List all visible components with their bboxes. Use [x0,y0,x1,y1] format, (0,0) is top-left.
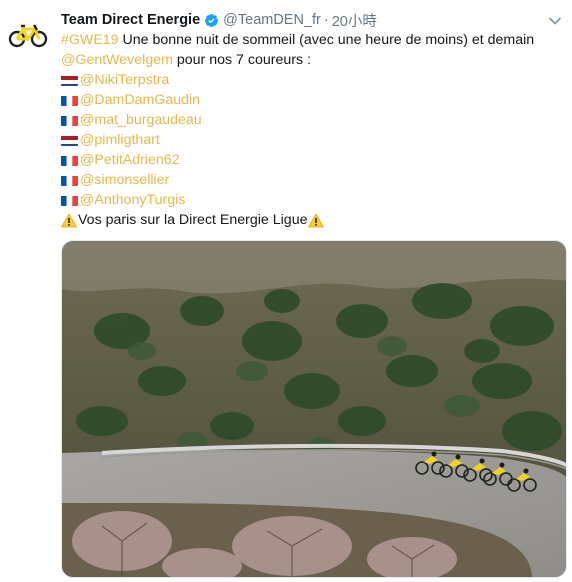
rider-line: @PetitAdrien62 [61,150,561,170]
verified-badge-icon [205,13,219,27]
france-flag-icon [61,114,78,126]
tweet-text: #GWE19 Une bonne nuit de sommeil (avec u… [61,30,561,230]
france-flag-icon [61,194,78,206]
tweet-line-2: @GentWevelgem pour nos 7 coureurs : [61,50,561,70]
netherlands-flag-icon [61,74,78,86]
chevron-down-icon [549,17,561,25]
hashtag-link[interactable]: #GWE19 [61,30,119,50]
rider-line: @AnthonyTurgis [61,190,561,210]
tweet-photo[interactable] [61,240,567,578]
closing-line: Vos paris sur la Direct Energie Ligue [61,210,561,230]
rider-mention-link[interactable]: @simonsellier [80,170,169,190]
mention-link-gentwevelgem[interactable]: @GentWevelgem [61,50,173,70]
france-flag-icon [61,94,78,106]
bicycle-icon [8,24,48,48]
cyclists-on-mountain-road-photo [62,241,566,577]
separator-dot: · [323,12,329,28]
author-name[interactable]: Team Direct Energie [61,12,200,28]
france-flag-icon [61,154,78,166]
france-flag-icon [61,174,78,186]
rider-line: @DamDamGaudin [61,90,561,110]
rider-line: @pimligthart [61,130,561,150]
rider-line: @mat_burgaudeau [61,110,561,130]
warning-sign-icon [61,212,77,227]
rider-line: @NikiTerpstra [61,70,561,90]
rider-mention-link[interactable]: @DamDamGaudin [80,90,200,110]
tweet-timestamp[interactable]: 20小時 [332,10,377,31]
rider-line: @simonsellier [61,170,561,190]
author-handle[interactable]: @TeamDEN_fr [223,12,321,28]
tweet-line-1-text: Une bonne nuit de sommeil (avec une heur… [118,32,535,48]
closing-text: Vos paris sur la Direct Energie Ligue [78,212,308,228]
tweet-header: Team Direct Energie @TeamDEN_fr · 20小時 [61,10,377,30]
rider-mention-link[interactable]: @PetitAdrien62 [80,150,180,170]
rider-mention-link[interactable]: @pimligthart [80,130,160,150]
tweet-menu-button[interactable] [544,10,566,32]
tweet-line-1: #GWE19 Une bonne nuit de sommeil (avec u… [61,30,561,50]
warning-sign-icon [308,212,325,227]
rider-mention-link[interactable]: @mat_burgaudeau [80,110,202,130]
netherlands-flag-icon [61,134,78,146]
rider-mention-link[interactable]: @AnthonyTurgis [80,190,185,210]
tweet-line-2-text: pour nos 7 coureurs : [172,52,311,68]
avatar[interactable] [8,22,48,48]
rider-mention-link[interactable]: @NikiTerpstra [80,70,169,90]
